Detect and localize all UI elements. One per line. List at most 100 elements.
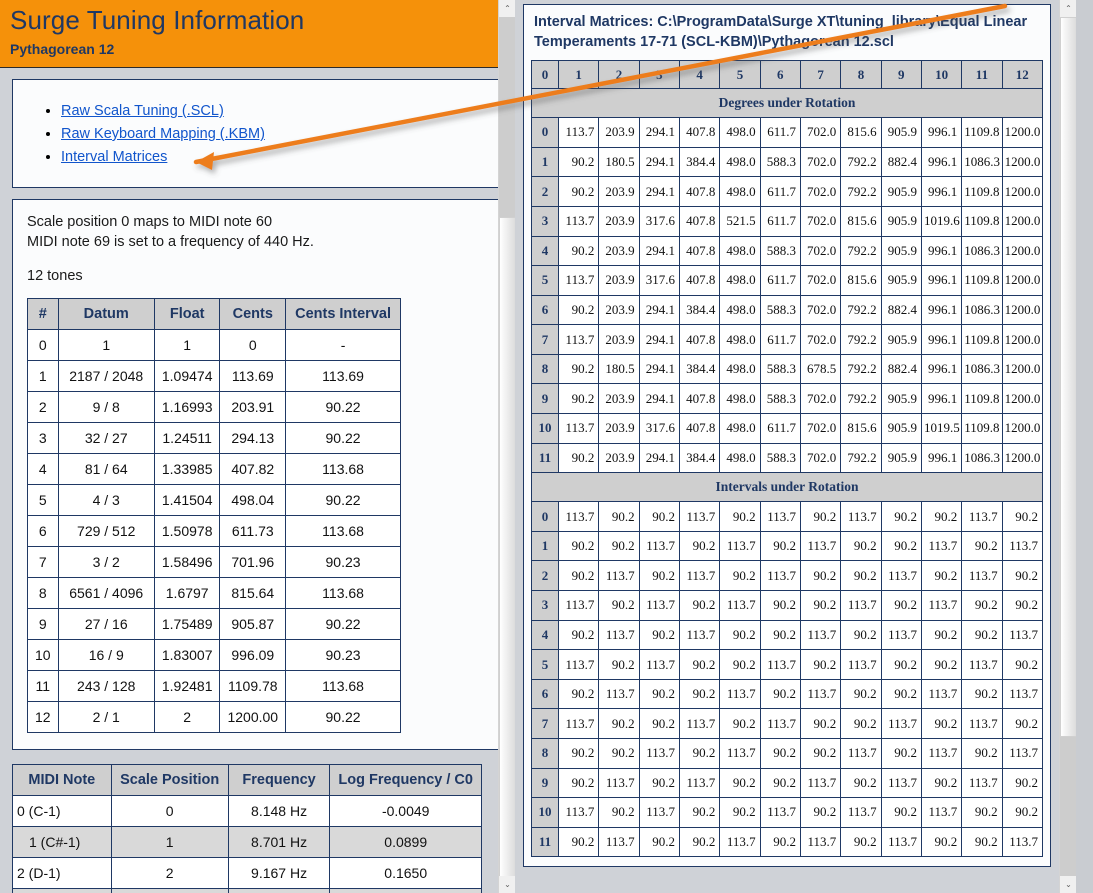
matrix-cell: 1109.8 — [961, 413, 1003, 444]
left-scroll-track[interactable] — [499, 17, 515, 877]
matrix-card: Interval Matrices: C:\ProgramData\Surge … — [523, 4, 1051, 868]
scroll-up-arrow-icon[interactable]: ⌃ — [499, 0, 515, 17]
matrix-cell: 113.7 — [759, 560, 801, 592]
matrix-cell: 90.2 — [557, 530, 600, 562]
list-item: Raw Scala Tuning (.SCL) — [61, 100, 502, 121]
matrix-cell: 90.2 — [719, 501, 761, 532]
matrix-cell: 90.2 — [961, 678, 1003, 710]
th-index: # — [27, 298, 59, 331]
matrix-col-header: 11 — [961, 60, 1003, 90]
matrix-cell: 113.7 — [1001, 678, 1044, 710]
matrix-cell: 702.0 — [799, 324, 842, 355]
cell-index: 3 — [27, 422, 59, 455]
scroll-down-arrow-icon[interactable]: ⌄ — [1060, 876, 1076, 893]
matrix-cell: 113.7 — [920, 678, 963, 710]
link-raw-scala-tuning[interactable]: Raw Scala Tuning (.SCL) — [61, 103, 224, 119]
matrix-cell: 113.7 — [598, 560, 640, 592]
scroll-up-arrow-icon[interactable]: ⌃ — [1060, 0, 1076, 17]
matrix-cell: 611.7 — [759, 413, 801, 444]
scale-info-card: Scale position 0 maps to MIDI note 60 MI… — [12, 199, 503, 751]
matrix-cell: 611.7 — [759, 117, 801, 148]
table-row: 0110- — [27, 329, 401, 362]
right-scroll-track[interactable] — [1060, 17, 1076, 876]
matrix-cell: 792.2 — [840, 324, 882, 355]
matrix-cell: 498.0 — [719, 413, 761, 444]
left-scroll-thumb[interactable] — [499, 217, 515, 877]
matrix-cell: 498.0 — [719, 294, 761, 326]
matrix-row: 11 90.2 203.9 294.1 384.4 498.0 588.3 702.0 792.… — [531, 442, 1044, 474]
link-interval-matrices[interactable]: Interval Matrices — [61, 149, 167, 165]
matrix-cell: 90.2 — [1001, 797, 1044, 828]
cell-cents-interval: 90.22 — [285, 422, 401, 455]
cell-midi-note: 2 (D-1) — [12, 857, 112, 890]
matrix-cell: 407.8 — [678, 413, 721, 444]
scroll-down-arrow-icon[interactable]: ⌄ — [499, 876, 515, 893]
matrix-cell: 90.2 — [920, 501, 963, 532]
cell-midi-note: 3 (D#-1) — [12, 888, 112, 893]
cell-cents: 701.96 — [219, 546, 287, 579]
left-content-pane: Surge Tuning Information Pythagorean 12 … — [0, 0, 515, 893]
matrix-cell: 90.2 — [598, 501, 640, 532]
matrix-row-header: 3 — [531, 205, 559, 237]
table-row: 54 / 3 1.41504 498.04 90.22 — [27, 484, 401, 517]
matrix-cell: 294.1 — [638, 442, 680, 474]
matrix-col-header: 0 — [531, 60, 559, 90]
matrix-cell: 294.1 — [638, 353, 680, 385]
matrix-cell: 882.4 — [880, 294, 922, 326]
matrix-cell: 90.2 — [799, 649, 842, 680]
cell-cents-interval: 113.68 — [285, 670, 401, 703]
tuning-table: # Datum Float Cents Cents Interval 0110-… — [27, 298, 401, 734]
matrix-cell: 113.7 — [920, 530, 963, 562]
matrix-cell: 90.2 — [638, 826, 680, 858]
matrix-cell: 90.2 — [920, 649, 963, 680]
matrix-cell: 113.7 — [557, 708, 600, 739]
cell-index: 8 — [27, 577, 59, 610]
table-row: 3 32 / 27 1.24511 294.13 90.22 — [27, 422, 401, 455]
matrix-cell: 90.2 — [1001, 590, 1044, 621]
matrix-cell: 113.7 — [840, 649, 882, 680]
matrix-cell: 90.2 — [799, 590, 842, 621]
matrix-cell: 113.7 — [638, 738, 680, 769]
right-scroll-thumb[interactable] — [1060, 17, 1076, 737]
left-pane-scrollbar[interactable]: ⌃ ⌄ — [498, 0, 515, 893]
table-row: 6 729 / 512 1.50978 611.73 113.68 — [27, 515, 401, 548]
intervals-matrix-body: 0 113.7 90.2 90.2 113.7 90.2 113.7 90.2 113.7 90.… — [531, 501, 1044, 858]
table-row: 9 27 / 16 1.75489 905.87 90.22 — [27, 608, 401, 641]
right-pane-scrollbar[interactable]: ⌃ ⌄ — [1059, 0, 1076, 893]
matrix-cell: 90.2 — [557, 738, 600, 769]
link-raw-keyboard-mapping[interactable]: Raw Keyboard Mapping (.KBM) — [61, 126, 265, 142]
matrix-col-header: 5 — [719, 60, 761, 90]
cell-datum: 6561 / 4096 — [57, 577, 155, 610]
matrix-cell: 113.7 — [598, 678, 640, 710]
matrix-row-header: 0 — [531, 117, 559, 148]
matrix-cell: 90.2 — [920, 619, 963, 651]
matrix-cell: 90.2 — [638, 708, 680, 739]
matrix-cell: 90.2 — [557, 619, 600, 651]
matrix-cell: 90.2 — [920, 767, 963, 799]
cell-cents-interval: 113.69 — [285, 360, 401, 393]
matrix-cell: 113.7 — [799, 826, 842, 858]
matrix-cell: 113.7 — [759, 649, 801, 680]
matrix-row-header: 10 — [531, 413, 559, 444]
table-row: 10 16 / 9 1.83007 996.09 90.23 — [27, 639, 401, 672]
matrix-col-header: 6 — [759, 60, 801, 90]
matrix-row-header: 8 — [531, 738, 559, 769]
cell-frequency: 9.167 Hz — [227, 857, 331, 890]
matrix-cell: 1109.8 — [961, 176, 1003, 207]
cell-index: 11 — [27, 670, 59, 703]
midi-note-label: 0 (C-1) — [17, 803, 61, 820]
cell-index: 5 — [27, 484, 59, 517]
cell-cents: 611.73 — [219, 515, 287, 548]
matrix-col-header: 4 — [678, 60, 721, 90]
matrix-cell: 588.3 — [759, 442, 801, 474]
matrix-cell: 905.9 — [880, 442, 922, 474]
cell-cents-interval: 90.22 — [285, 484, 401, 517]
th-datum: Datum — [57, 298, 155, 331]
degrees-section-label: Degrees under Rotation — [531, 88, 1043, 119]
cell-log-frequency: -0.0049 — [329, 795, 482, 828]
matrix-cell: 996.1 — [920, 294, 963, 326]
table-row: 11 243 / 128 1.92481 1109.78 113.68 — [27, 670, 401, 703]
matrix-cell: 588.3 — [759, 353, 801, 385]
matrix-cell: 294.1 — [638, 235, 680, 267]
matrix-cell: 792.2 — [840, 383, 882, 415]
